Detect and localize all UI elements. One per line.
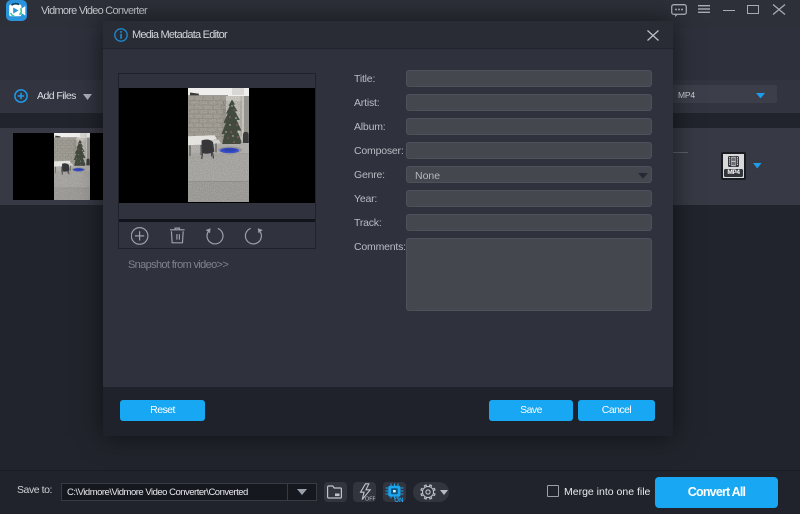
svg-text:OFF: OFF xyxy=(365,497,375,502)
svg-text:ON: ON xyxy=(394,497,404,504)
